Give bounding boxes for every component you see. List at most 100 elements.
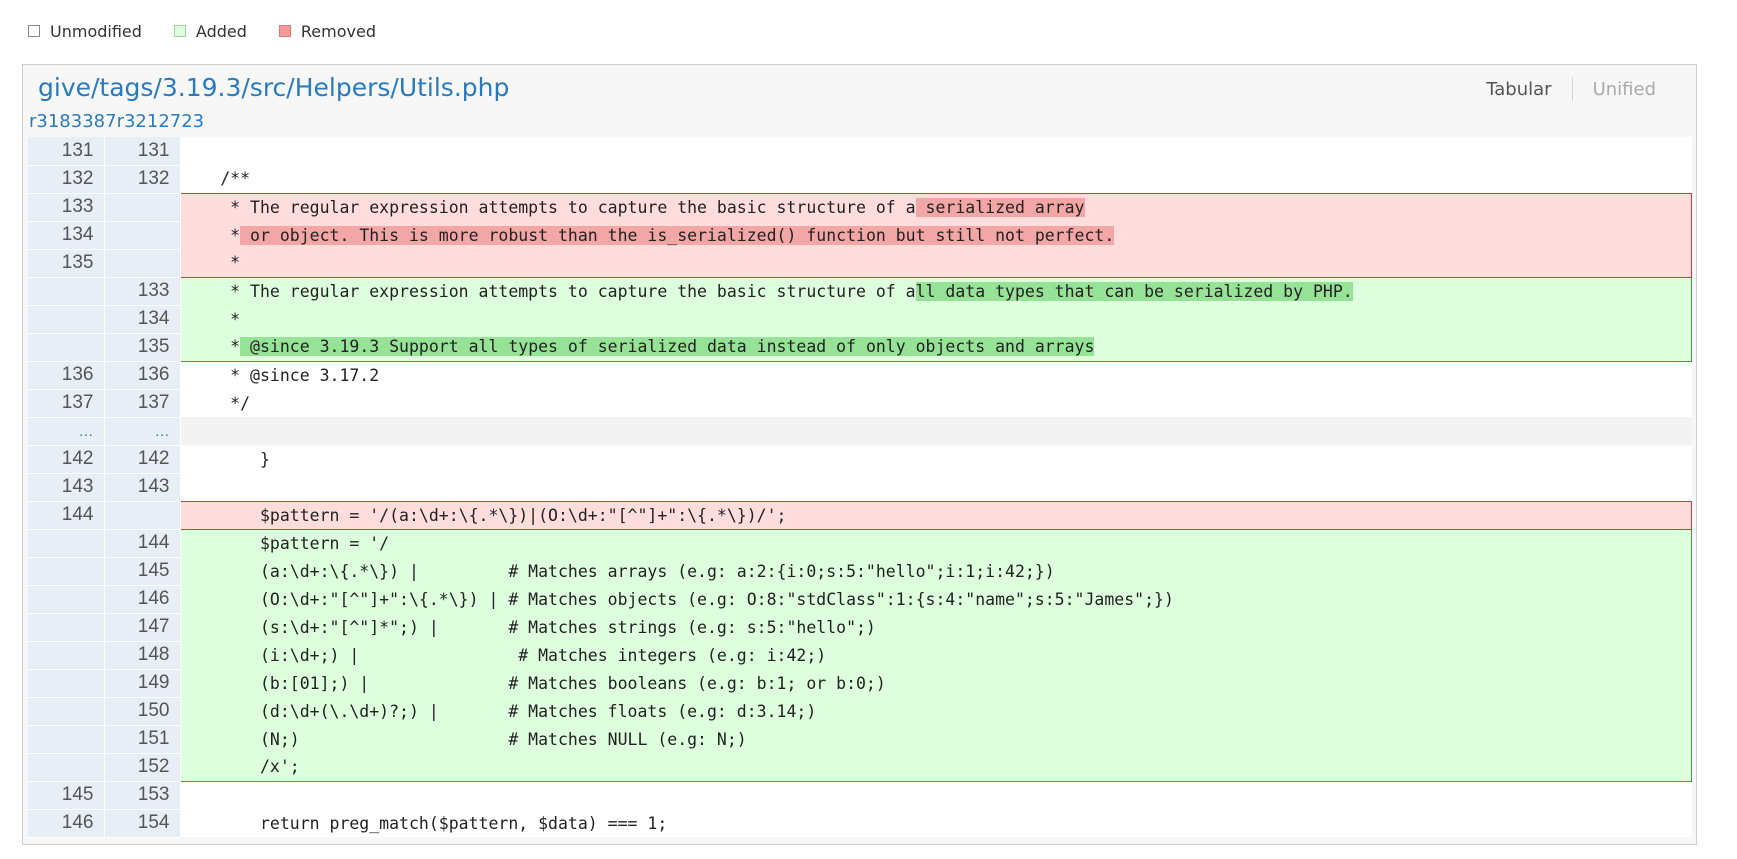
code-text: (b:[01];) | # Matches booleans (e.g: b:1… — [180, 673, 886, 693]
code-text: $pattern = '/ — [180, 533, 390, 553]
legend-removed: Removed — [278, 21, 376, 41]
code-line: (d:\d+(\.\d+)?;) | # Matches floats (e.g… — [179, 697, 1692, 725]
added-highlight: ll data types that can be serialized by … — [915, 281, 1353, 301]
file-path-link[interactable]: give/tags/3.19.3/src/Helpers/Utils.php — [38, 73, 509, 102]
added-highlight: @since 3.19.3 Support all types of seria… — [240, 337, 1095, 357]
code-text: * The regular expression attempts to cap… — [180, 281, 916, 301]
diff-row: 145 (a:\d+:\{.*\}) | # Matches arrays (e… — [28, 557, 1692, 586]
code-line: (b:[01];) | # Matches booleans (e.g: b:1… — [179, 669, 1692, 697]
new-line-number[interactable]: … — [104, 417, 181, 446]
diff-row: 132 132 /** — [28, 165, 1692, 194]
legend-unmodified: Unmodified — [28, 22, 142, 41]
old-line-number — [28, 529, 105, 558]
code-line: /** — [180, 165, 1692, 193]
diff-legend: Unmodified Added Removed — [28, 20, 408, 42]
revision-range-link[interactable]: r3183387r3212723 — [29, 111, 204, 132]
new-line-number: 142 — [104, 445, 181, 474]
diff-row: 143 143 — [28, 473, 1692, 502]
code-text: * — [180, 309, 241, 329]
diff-row: 142 142 } — [28, 445, 1692, 474]
old-line-number: 144 — [28, 501, 105, 530]
unified-view-button[interactable]: Unified — [1573, 79, 1676, 100]
diff-row: 134 * or object. This is more robust tha… — [28, 221, 1692, 250]
old-line-number: 136 — [28, 361, 105, 390]
code-text: (s:\d+:"[^"]*";) | # Matches strings (e.… — [180, 617, 876, 637]
code-line: * The regular expression attempts to cap… — [179, 276, 1692, 305]
code-line: * — [179, 249, 1692, 278]
code-line: * — [179, 305, 1692, 333]
old-line-number: 137 — [28, 389, 105, 418]
code-line — [180, 473, 1692, 501]
code-line: (O:\d+:"[^"]+":\{.*\}) | # Matches objec… — [179, 585, 1692, 613]
diff-row: 150 (d:\d+(\.\d+)?;) | # Matches floats … — [28, 697, 1692, 726]
new-line-number — [104, 501, 181, 530]
new-line-number — [104, 221, 181, 250]
removed-highlight: serialized array — [915, 197, 1085, 217]
view-mode-switch: Tabular Unified — [1466, 77, 1676, 101]
new-line-number: 144 — [104, 529, 181, 558]
diff-row: 149 (b:[01];) | # Matches booleans (e.g:… — [28, 669, 1692, 698]
legend-added-label: Added — [195, 21, 247, 41]
diff-row: 134 * — [28, 305, 1692, 334]
new-line-number: 132 — [104, 165, 181, 194]
diff-panel: give/tags/3.19.3/src/Helpers/Utils.php T… — [22, 64, 1697, 845]
old-line-number — [28, 669, 105, 698]
diff-table: 131 131 132 132 /** 133 * The regular expres… — [28, 137, 1692, 838]
new-line-number — [104, 193, 181, 222]
code-text: (N;) # Matches NULL (e.g: N;) — [180, 729, 747, 749]
new-line-number: 145 — [104, 557, 181, 586]
code-text: * — [180, 253, 241, 273]
new-line-number: 150 — [104, 697, 181, 726]
code-line: * The regular expression attempts to cap… — [179, 192, 1692, 221]
old-line-number: 132 — [28, 165, 105, 194]
new-line-number: 149 — [104, 669, 181, 698]
code-text: /x'; — [180, 757, 300, 777]
old-line-number — [28, 725, 105, 754]
code-line: * or object. This is more robust than th… — [179, 221, 1692, 249]
code-line: * @since 3.17.2 — [180, 361, 1692, 389]
code-text: * — [180, 337, 241, 357]
legend-added: Added — [173, 21, 247, 41]
new-line-number: 148 — [104, 641, 181, 670]
old-line-number: 135 — [28, 249, 105, 278]
new-line-number: 134 — [104, 305, 181, 334]
diff-row: 145 153 — [28, 781, 1692, 810]
new-line-number: 133 — [104, 277, 181, 306]
code-text: * The regular expression attempts to cap… — [180, 197, 916, 217]
old-line-number — [28, 277, 105, 306]
old-line-number — [28, 753, 105, 782]
code-text: * — [180, 225, 241, 245]
code-line: /x'; — [179, 753, 1692, 782]
old-line-number[interactable]: … — [28, 417, 105, 446]
diff-row: 146 154 return preg_match($pattern, $data… — [28, 809, 1692, 838]
diff-row: 147 (s:\d+:"[^"]*";) | # Matches strings… — [28, 613, 1692, 642]
code-line: (N;) # Matches NULL (e.g: N;) — [179, 725, 1692, 753]
new-line-number: 153 — [104, 781, 181, 810]
diff-row: 148 (i:\d+;) | # Matches integers (e.g: … — [28, 641, 1692, 670]
old-line-number: 143 — [28, 473, 105, 502]
old-line-number — [28, 333, 105, 362]
new-line-number — [104, 249, 181, 278]
removed-swatch-icon — [278, 25, 291, 37]
old-line-number — [28, 641, 105, 670]
old-line-number: 133 — [28, 193, 105, 222]
code-line: } — [180, 445, 1692, 473]
diff-body: 131 131 132 132 /** 133 * The regular expres… — [28, 137, 1692, 838]
new-line-number: 154 — [104, 809, 181, 838]
code-line: * @since 3.19.3 Support all types of ser… — [179, 333, 1692, 362]
unmodified-swatch-icon — [28, 25, 40, 37]
old-line-number — [28, 557, 105, 586]
old-line-number: 142 — [28, 445, 105, 474]
new-line-number: 143 — [104, 473, 181, 502]
legend-removed-label: Removed — [300, 21, 376, 41]
tabular-view-button[interactable]: Tabular — [1466, 79, 1571, 100]
new-line-number: 147 — [104, 613, 181, 642]
code-line: return preg_match($pattern, $data) === 1… — [180, 809, 1692, 837]
diff-row: 144 $pattern = '/ — [28, 528, 1692, 558]
code-line: (a:\d+:\{.*\}) | # Matches arrays (e.g: … — [179, 557, 1692, 585]
diff-row: 135 * — [28, 249, 1692, 278]
old-line-number: 131 — [28, 137, 105, 166]
legend-unmodified-label: Unmodified — [50, 21, 142, 41]
diff-row: 135 * @since 3.19.3 Support all types of… — [28, 333, 1692, 362]
added-swatch-icon — [173, 25, 186, 37]
